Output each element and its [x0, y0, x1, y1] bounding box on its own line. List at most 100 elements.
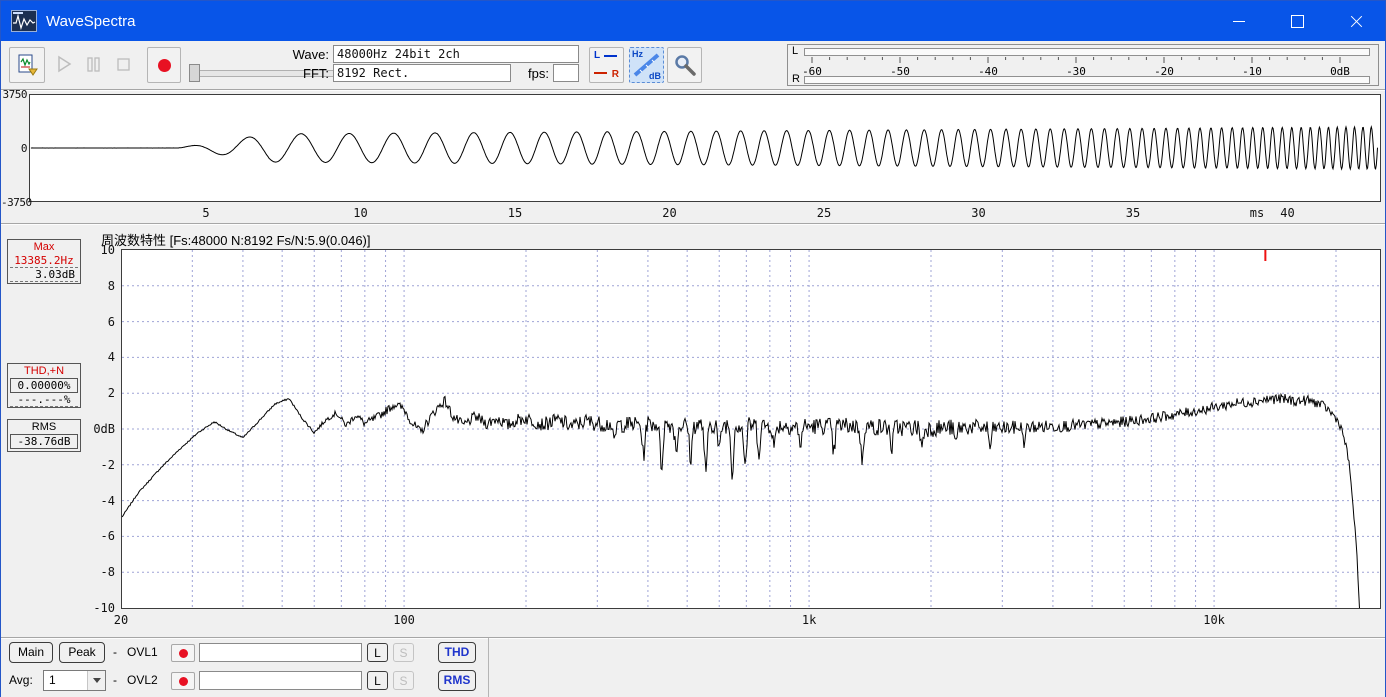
wave-format-field: 48000Hz 24bit 2ch — [333, 45, 579, 63]
minimize-button[interactable] — [1216, 1, 1262, 41]
hz-db-scale-button[interactable]: Hz dB — [629, 47, 664, 83]
record-button[interactable] — [147, 47, 181, 83]
rms-toggle-button[interactable]: RMS — [438, 670, 476, 691]
panel-separator — [1, 223, 1385, 225]
spectrum-y-axis: 10 8 6 4 2 0dB -2 -4 -6 -8 -10 — [75, 1, 117, 697]
wave-y-tick-label: 0 — [20, 142, 28, 155]
thd-value2: ---.---% — [10, 393, 78, 407]
hz-label-icon: Hz — [632, 49, 643, 59]
separator-dash: - — [113, 645, 117, 659]
ovl2-l-button[interactable]: L — [367, 671, 388, 690]
meter-ruler — [811, 57, 1341, 63]
db-label-icon: dB — [649, 71, 661, 81]
wave-x-tick-label: 10 — [353, 206, 368, 220]
wave-format-label: Wave: — [292, 47, 329, 62]
spec-y-tick-label: -6 — [100, 529, 115, 544]
waveform-plot[interactable] — [29, 94, 1381, 202]
l-trace-line — [604, 55, 617, 57]
waveform-trace — [30, 124, 1378, 171]
ovl2-comment-field[interactable] — [199, 671, 362, 690]
spec-y-tick-label: 6 — [107, 314, 115, 329]
ovl2-s-button[interactable]: S — [393, 671, 414, 690]
combo-arrow-button[interactable] — [87, 671, 105, 690]
fft-settings-field: 8192 Rect. — [333, 64, 511, 82]
close-icon — [1349, 14, 1364, 29]
spectrum-canvas — [122, 250, 1380, 608]
spec-y-tick-label: -8 — [100, 565, 115, 580]
peak-button[interactable]: Peak — [59, 642, 105, 663]
wave-x-tick-label: 35 — [1125, 206, 1141, 220]
meter-l-bar — [804, 48, 1370, 56]
wave-x-tick-label: 40 — [1280, 206, 1295, 220]
play-icon — [58, 55, 72, 73]
ovl1-comment-field[interactable] — [199, 643, 362, 662]
wave-x-tick-label: 15 — [507, 206, 523, 220]
max-frequency-value: 13385.2Hz — [10, 254, 78, 268]
r-channel-icon: R — [611, 69, 619, 80]
titlebar[interactable]: WaveSpectra — [1, 1, 1385, 41]
thd-readout: THD,+N 0.00000% ---.---% — [7, 363, 81, 408]
waveform-x-axis: 5 10 15 20 25 30 35 40 ms — [1, 206, 1386, 221]
spec-y-tick-label: 10 — [100, 243, 115, 257]
wavespectra-window: WaveSpectra Wave: 48000Hz 24bit 2ch FFT:… — [0, 0, 1386, 697]
avg-label: Avg: — [9, 673, 33, 687]
thd-toggle-button[interactable]: THD — [438, 642, 476, 663]
level-meter: L -60 -50 -40 -30 -20 -10 0dB R — [787, 44, 1379, 86]
fps-label: fps: — [528, 66, 549, 81]
max-readout: Max 13385.2Hz 3.03dB — [7, 239, 81, 284]
separator-dash: - — [113, 673, 117, 687]
ovl1-l-button[interactable]: L — [367, 643, 388, 662]
ovl1-s-button[interactable]: S — [393, 643, 414, 662]
statusbar-divider — [488, 638, 489, 697]
spec-y-tick-label: 2 — [107, 386, 115, 401]
close-button[interactable] — [1333, 1, 1379, 41]
spec-y-tick-label: 8 — [107, 278, 115, 293]
toolbar-separator — [1, 89, 1385, 91]
settings-wrench-icon — [674, 55, 696, 76]
volume-slider-thumb[interactable] — [189, 64, 200, 82]
l-channel-icon: L — [594, 50, 601, 61]
minimize-icon — [1233, 20, 1245, 22]
chevron-down-icon — [92, 678, 101, 683]
wave-x-tick-label: 30 — [971, 206, 986, 220]
spectrum-plot[interactable] — [121, 249, 1381, 609]
max-level-value: 3.03dB — [10, 268, 78, 282]
rms-label: RMS — [31, 421, 57, 433]
avg-count-select[interactable]: 1 — [43, 670, 106, 691]
spectrum-title: 周波数特性 [Fs:48000 N:8192 Fs/N:5.9(0.046)] — [101, 233, 371, 248]
spec-x-tick-label: 10k — [1203, 613, 1225, 627]
spectrum-trace — [122, 392, 1360, 608]
meter-l-label: L — [792, 45, 799, 57]
fps-field — [553, 64, 579, 82]
wave-x-tick-label: 20 — [662, 206, 677, 220]
channel-lr-button[interactable]: L R — [589, 47, 624, 83]
spec-x-tick-label: 100 — [393, 613, 415, 627]
settings-button[interactable] — [667, 47, 702, 83]
thd-value: 0.00000% — [10, 378, 78, 393]
rms-value: -38.76dB — [10, 434, 78, 449]
wave-x-tick-label: 5 — [202, 206, 210, 220]
ovl1-color-button[interactable] — [171, 644, 195, 662]
meter-r-bar — [804, 76, 1370, 84]
maximize-button[interactable] — [1274, 1, 1320, 41]
spec-y-tick-label: 4 — [107, 350, 115, 365]
rms-readout: RMS -38.76dB — [7, 419, 81, 452]
ovl2-color-button[interactable] — [171, 672, 195, 690]
thd-label: THD,+N — [23, 365, 65, 377]
spectrum-x-axis: 20 100 1k 10k — [1, 613, 1386, 629]
record-icon — [157, 58, 171, 72]
r-trace-line — [594, 72, 607, 74]
wave-x-tick-label: 25 — [816, 206, 832, 220]
maximize-icon — [1290, 14, 1304, 28]
waveform-canvas — [30, 124, 1378, 171]
ovl2-color-icon — [178, 676, 188, 686]
ovl2-label: OVL2 — [127, 673, 158, 687]
wave-x-unit-label: ms — [1249, 206, 1265, 220]
main-button[interactable]: Main — [9, 642, 53, 663]
ovl1-color-icon — [178, 648, 188, 658]
wave-y-tick-label: 3750 — [2, 88, 28, 101]
spec-y-tick-label: -4 — [100, 493, 115, 508]
max-label: Max — [33, 241, 55, 253]
fft-settings-label: FFT: — [303, 66, 329, 81]
spec-x-tick-label: 20 — [113, 613, 129, 627]
